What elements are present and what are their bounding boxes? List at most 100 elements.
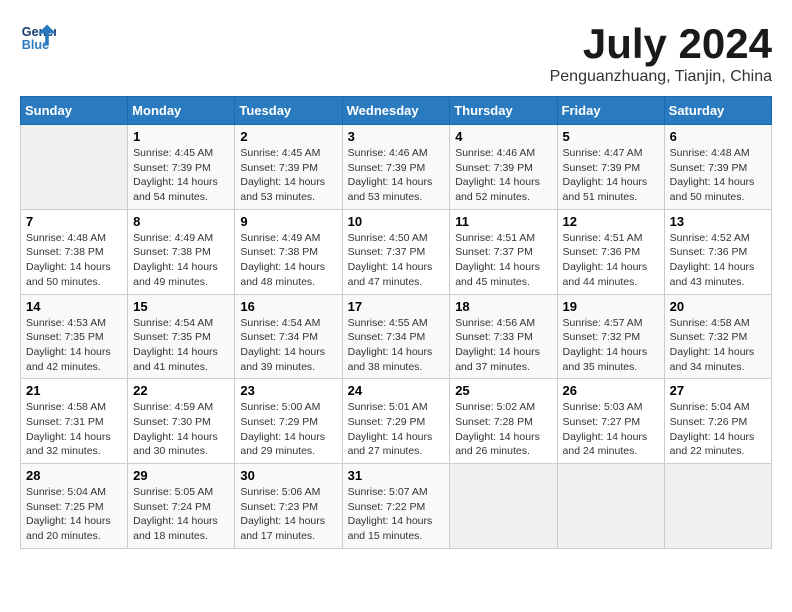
day-number: 1 — [133, 129, 229, 144]
day-number: 8 — [133, 214, 229, 229]
calendar-cell: 15 Sunrise: 4:54 AMSunset: 7:35 PMDayligh… — [128, 294, 235, 379]
calendar-header: SundayMondayTuesdayWednesdayThursdayFrid… — [21, 97, 772, 125]
day-info: Sunrise: 5:02 AMSunset: 7:28 PMDaylight:… — [455, 400, 551, 459]
day-number: 30 — [240, 468, 336, 483]
calendar-cell: 25Sunrise: 5:02 AMSunset: 7:28 PMDayligh… — [450, 379, 557, 464]
calendar-cell — [21, 125, 128, 210]
day-info: Sunrise: 4:55 AMSunset: 7:34 PMDaylight:… — [348, 316, 445, 375]
calendar-cell — [557, 464, 664, 549]
calendar-cell: 2 Sunrise: 4:45 AMSunset: 7:39 PMDaylight… — [235, 125, 342, 210]
weekday-header: Wednesday — [342, 97, 450, 125]
calendar-cell: 29Sunrise: 5:05 AMSunset: 7:24 PMDayligh… — [128, 464, 235, 549]
location: Penguanzhuang, Tianjin, China — [550, 68, 772, 86]
calendar-cell: 20 Sunrise: 4:58 AMSunset: 7:32 PMDayligh… — [664, 294, 771, 379]
weekday-header: Tuesday — [235, 97, 342, 125]
day-number: 12 — [563, 214, 659, 229]
day-info: Sunrise: 4:50 AMSunset: 7:37 PMDaylight:… — [348, 231, 445, 290]
calendar-cell: 17 Sunrise: 4:55 AMSunset: 7:34 PMDayligh… — [342, 294, 450, 379]
calendar-cell — [450, 464, 557, 549]
day-number: 10 — [348, 214, 445, 229]
calendar-cell: 22Sunrise: 4:59 AMSunset: 7:30 PMDayligh… — [128, 379, 235, 464]
calendar-week-row: 21 Sunrise: 4:58 AMSunset: 7:31 PMDayligh… — [21, 379, 772, 464]
day-number: 20 — [670, 299, 766, 314]
calendar-cell: 30 Sunrise: 5:06 AMSunset: 7:23 PMDayligh… — [235, 464, 342, 549]
calendar-cell: 3Sunrise: 4:46 AMSunset: 7:39 PMDaylight… — [342, 125, 450, 210]
day-number: 6 — [670, 129, 766, 144]
day-info: Sunrise: 4:45 AMSunset: 7:39 PMDaylight:… — [240, 146, 336, 205]
day-number: 18 — [455, 299, 551, 314]
day-info: Sunrise: 5:04 AMSunset: 7:26 PMDaylight:… — [670, 400, 766, 459]
day-number: 21 — [26, 383, 122, 398]
calendar-cell: 1 Sunrise: 4:45 AMSunset: 7:39 PMDaylight… — [128, 125, 235, 210]
month-title: July 2024 — [550, 20, 772, 68]
day-number: 16 — [240, 299, 336, 314]
day-number: 28 — [26, 468, 122, 483]
calendar-body: 1 Sunrise: 4:45 AMSunset: 7:39 PMDaylight… — [21, 125, 772, 549]
calendar-week-row: 7Sunrise: 4:48 AMSunset: 7:38 PMDaylight… — [21, 209, 772, 294]
calendar-cell: 10 Sunrise: 4:50 AMSunset: 7:37 PMDayligh… — [342, 209, 450, 294]
calendar-cell: 26 Sunrise: 5:03 AMSunset: 7:27 PMDayligh… — [557, 379, 664, 464]
day-number: 9 — [240, 214, 336, 229]
calendar-cell: 24 Sunrise: 5:01 AMSunset: 7:29 PMDayligh… — [342, 379, 450, 464]
day-number: 19 — [563, 299, 659, 314]
svg-text:Blue: Blue — [22, 38, 49, 52]
day-info: Sunrise: 5:05 AMSunset: 7:24 PMDaylight:… — [133, 485, 229, 544]
calendar-cell: 14 Sunrise: 4:53 AMSunset: 7:35 PMDayligh… — [21, 294, 128, 379]
day-number: 5 — [563, 129, 659, 144]
calendar-cell: 9 Sunrise: 4:49 AMSunset: 7:38 PMDaylight… — [235, 209, 342, 294]
day-number: 13 — [670, 214, 766, 229]
day-number: 15 — [133, 299, 229, 314]
day-info: Sunrise: 4:58 AMSunset: 7:31 PMDaylight:… — [26, 400, 122, 459]
day-info: Sunrise: 4:53 AMSunset: 7:35 PMDaylight:… — [26, 316, 122, 375]
weekday-header: Sunday — [21, 97, 128, 125]
day-info: Sunrise: 4:48 AMSunset: 7:38 PMDaylight:… — [26, 231, 122, 290]
day-info: Sunrise: 4:46 AMSunset: 7:39 PMDaylight:… — [455, 146, 551, 205]
day-info: Sunrise: 4:54 AMSunset: 7:35 PMDaylight:… — [133, 316, 229, 375]
calendar-week-row: 1 Sunrise: 4:45 AMSunset: 7:39 PMDaylight… — [21, 125, 772, 210]
day-number: 3 — [348, 129, 445, 144]
calendar-cell: 4 Sunrise: 4:46 AMSunset: 7:39 PMDaylight… — [450, 125, 557, 210]
calendar-cell: 8Sunrise: 4:49 AMSunset: 7:38 PMDaylight… — [128, 209, 235, 294]
weekday-row: SundayMondayTuesdayWednesdayThursdayFrid… — [21, 97, 772, 125]
calendar-cell: 18 Sunrise: 4:56 AMSunset: 7:33 PMDayligh… — [450, 294, 557, 379]
day-number: 2 — [240, 129, 336, 144]
day-info: Sunrise: 4:56 AMSunset: 7:33 PMDaylight:… — [455, 316, 551, 375]
day-info: Sunrise: 4:48 AMSunset: 7:39 PMDaylight:… — [670, 146, 766, 205]
calendar-table: SundayMondayTuesdayWednesdayThursdayFrid… — [20, 96, 772, 549]
day-info: Sunrise: 5:03 AMSunset: 7:27 PMDaylight:… — [563, 400, 659, 459]
day-info: Sunrise: 4:51 AMSunset: 7:36 PMDaylight:… — [563, 231, 659, 290]
weekday-header: Thursday — [450, 97, 557, 125]
day-info: Sunrise: 4:54 AMSunset: 7:34 PMDaylight:… — [240, 316, 336, 375]
calendar-cell: 13 Sunrise: 4:52 AMSunset: 7:36 PMDayligh… — [664, 209, 771, 294]
weekday-header: Monday — [128, 97, 235, 125]
day-info: Sunrise: 4:52 AMSunset: 7:36 PMDaylight:… — [670, 231, 766, 290]
day-info: Sunrise: 4:49 AMSunset: 7:38 PMDaylight:… — [240, 231, 336, 290]
day-number: 4 — [455, 129, 551, 144]
day-number: 27 — [670, 383, 766, 398]
day-info: Sunrise: 4:58 AMSunset: 7:32 PMDaylight:… — [670, 316, 766, 375]
day-number: 11 — [455, 214, 551, 229]
logo-icon: General Blue — [20, 20, 56, 56]
day-info: Sunrise: 5:00 AMSunset: 7:29 PMDaylight:… — [240, 400, 336, 459]
day-info: Sunrise: 4:45 AMSunset: 7:39 PMDaylight:… — [133, 146, 229, 205]
calendar-cell: 31Sunrise: 5:07 AMSunset: 7:22 PMDayligh… — [342, 464, 450, 549]
calendar-cell: 5Sunrise: 4:47 AMSunset: 7:39 PMDaylight… — [557, 125, 664, 210]
weekday-header: Saturday — [664, 97, 771, 125]
day-number: 24 — [348, 383, 445, 398]
calendar-cell: 7Sunrise: 4:48 AMSunset: 7:38 PMDaylight… — [21, 209, 128, 294]
day-number: 14 — [26, 299, 122, 314]
calendar-cell: 12 Sunrise: 4:51 AMSunset: 7:36 PMDayligh… — [557, 209, 664, 294]
day-number: 23 — [240, 383, 336, 398]
day-info: Sunrise: 5:01 AMSunset: 7:29 PMDaylight:… — [348, 400, 445, 459]
day-number: 22 — [133, 383, 229, 398]
day-info: Sunrise: 5:06 AMSunset: 7:23 PMDaylight:… — [240, 485, 336, 544]
day-info: Sunrise: 4:57 AMSunset: 7:32 PMDaylight:… — [563, 316, 659, 375]
day-number: 26 — [563, 383, 659, 398]
day-number: 17 — [348, 299, 445, 314]
calendar-cell — [664, 464, 771, 549]
calendar-cell: 19 Sunrise: 4:57 AMSunset: 7:32 PMDayligh… — [557, 294, 664, 379]
title-area: July 2024 Penguanzhuang, Tianjin, China — [550, 20, 772, 86]
day-info: Sunrise: 4:51 AMSunset: 7:37 PMDaylight:… — [455, 231, 551, 290]
calendar-week-row: 14 Sunrise: 4:53 AMSunset: 7:35 PMDayligh… — [21, 294, 772, 379]
calendar-cell: 16 Sunrise: 4:54 AMSunset: 7:34 PMDayligh… — [235, 294, 342, 379]
